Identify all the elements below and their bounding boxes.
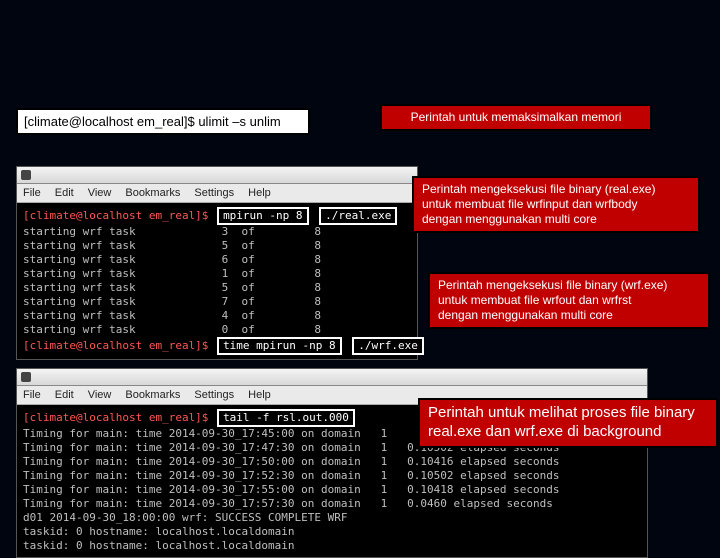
success-line: d01 2014-09-30_18:00:00 wrf: SUCCESS COM…	[23, 511, 348, 524]
prompt3: [climate@localhost em_real]$	[23, 411, 215, 424]
task-line: starting wrf task 5 of 8	[23, 239, 321, 252]
menu-bookmarks[interactable]: Bookmarks	[125, 388, 180, 402]
menu-view[interactable]: View	[88, 388, 112, 402]
menu-help[interactable]: Help	[248, 186, 271, 200]
terminal-mpirun: File Edit View Bookmarks Settings Help […	[16, 166, 418, 360]
timing-line: Timing for main: time 2014-09-30_17:55:0…	[23, 483, 387, 496]
task-line: starting wrf task 7 of 8	[23, 295, 321, 308]
task-line: starting wrf task 6 of 8	[23, 253, 321, 266]
taskid-line: taskid: 0 hostname: localhost.localdomai…	[23, 525, 295, 538]
timing-line: Timing for main: time 2014-09-30_17:45:0…	[23, 427, 387, 440]
menu-bookmarks[interactable]: Bookmarks	[125, 186, 180, 200]
annotation-memory: Perintah untuk memaksimalkan memori	[380, 104, 652, 131]
menu-file[interactable]: File	[23, 186, 41, 200]
task-line: starting wrf task 5 of 8	[23, 281, 321, 294]
window-icon	[21, 170, 31, 180]
elapsed: 0.10416 elapsed seconds	[407, 455, 559, 468]
annotation-real-exe: Perintah mengeksekusi file binary (real.…	[412, 176, 700, 233]
command-ulimit: [climate@localhost em_real]$ ulimit –s u…	[16, 108, 310, 135]
taskid-line: taskid: 0 hostname: localhost.localdomai…	[23, 539, 295, 552]
menu-view[interactable]: View	[88, 186, 112, 200]
elapsed: 0.10418 elapsed seconds	[407, 483, 559, 496]
cmd-wrf-exe: ./wrf.exe	[352, 337, 424, 355]
task-line: starting wrf task 4 of 8	[23, 309, 321, 322]
prompt2: [climate@localhost em_real]$	[23, 339, 215, 352]
elapsed: 0.10502 elapsed seconds	[407, 469, 559, 482]
menu-settings[interactable]: Settings	[194, 186, 234, 200]
terminal1-menubar: File Edit View Bookmarks Settings Help	[17, 184, 417, 203]
timing-line: Timing for main: time 2014-09-30_17:52:3…	[23, 469, 387, 482]
task-line: starting wrf task 3 of 8	[23, 225, 321, 238]
window-icon	[21, 372, 31, 382]
terminal1-titlebar	[17, 167, 417, 184]
annotation-wrf-exe: Perintah mengeksekusi file binary (wrf.e…	[428, 272, 710, 329]
timing-line: Timing for main: time 2014-09-30_17:57:3…	[23, 497, 387, 510]
menu-edit[interactable]: Edit	[55, 388, 74, 402]
terminal1-body: [climate@localhost em_real]$ mpirun -np …	[17, 203, 417, 359]
timing-line: Timing for main: time 2014-09-30_17:47:3…	[23, 441, 387, 454]
cmd-mpirun-wrf: time mpirun -np 8	[217, 337, 342, 355]
terminal2-titlebar	[17, 369, 647, 386]
terminal-tail: File Edit View Bookmarks Settings Help […	[16, 368, 648, 558]
task-line: starting wrf task 1 of 8	[23, 267, 321, 280]
menu-file[interactable]: File	[23, 388, 41, 402]
menu-settings[interactable]: Settings	[194, 388, 234, 402]
annotation-tail-bg: Perintah untuk melihat proses file binar…	[418, 398, 718, 448]
elapsed: 0.0460 elapsed seconds	[407, 497, 553, 510]
timing-line: Timing for main: time 2014-09-30_17:50:0…	[23, 455, 387, 468]
task-line: starting wrf task 0 of 8	[23, 323, 321, 336]
cmd-mpirun-real: mpirun -np 8	[217, 207, 308, 225]
menu-edit[interactable]: Edit	[55, 186, 74, 200]
cmd-tail: tail -f rsl.out.000	[217, 409, 355, 427]
prompt1: [climate@localhost em_real]$	[23, 209, 215, 222]
cmd-real-exe: ./real.exe	[319, 207, 397, 225]
menu-help[interactable]: Help	[248, 388, 271, 402]
